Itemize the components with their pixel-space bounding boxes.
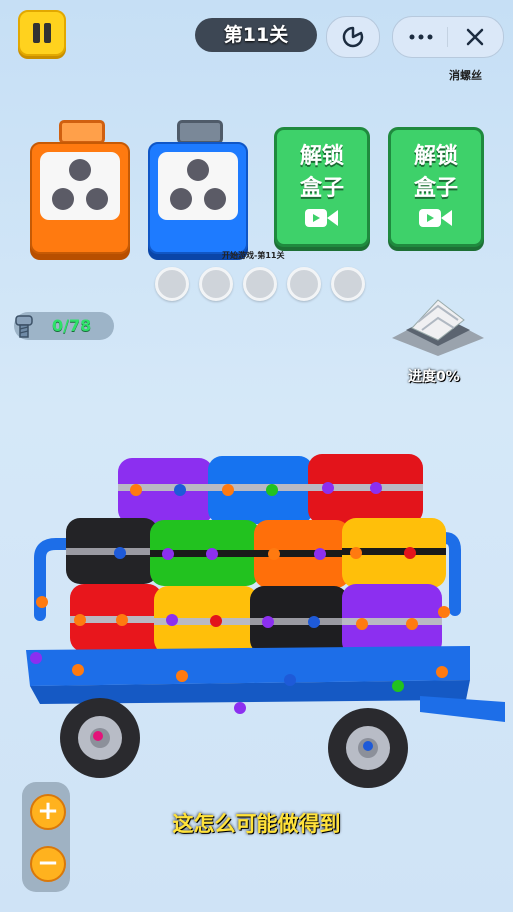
block-purple-low[interactable] [342,584,442,656]
minigame-button[interactable] [326,16,380,58]
screw-slot [287,267,321,301]
unlock-box-button-2[interactable]: 解锁 盒子 [388,127,484,247]
more-icon[interactable] [407,29,435,45]
level-title: 第11关 [195,18,317,52]
zoom-in-button[interactable]: + [30,794,66,830]
building-progress[interactable]: 进度0% [388,292,488,385]
zoom-panel: + − [22,782,70,892]
screw-counter: 0/78 [14,312,114,340]
screw-box-orange [30,120,130,254]
unlock-label-line1: 解锁 [413,144,458,169]
unlock-box-button-1[interactable]: 解锁 盒子 [274,127,370,247]
video-icon [305,209,338,227]
pause-icon-bar [44,23,51,43]
video-icon [419,209,452,227]
screw-box-blue [148,120,248,254]
start-caption: 开始游戏-第11关 [222,251,285,260]
pause-button[interactable] [18,10,66,56]
screw-slot [155,267,189,301]
pause-icon [33,23,40,43]
remove-screws-label: 消螺丝 [449,69,482,82]
screw-count: 0/78 [52,316,92,335]
unlock-label-line2: 盒子 [413,176,458,201]
luggage-cart [26,454,505,788]
unlock-label-line1: 解锁 [299,144,344,169]
screw-slot [243,267,277,301]
screw-icon [15,315,33,338]
unlock-label-line2: 盒子 [299,176,344,201]
block-black-mid[interactable] [66,518,158,584]
progress-label: 进度0% [408,369,460,385]
pacman-icon [342,26,364,48]
close-icon[interactable] [465,27,485,47]
screw-slot [199,267,233,301]
zoom-out-button[interactable]: − [30,846,66,882]
screw-slot [331,267,365,301]
menu-capsule [392,16,504,58]
building-icon [392,299,484,356]
video-subtitle: 这怎么可能做得到 [172,812,341,836]
